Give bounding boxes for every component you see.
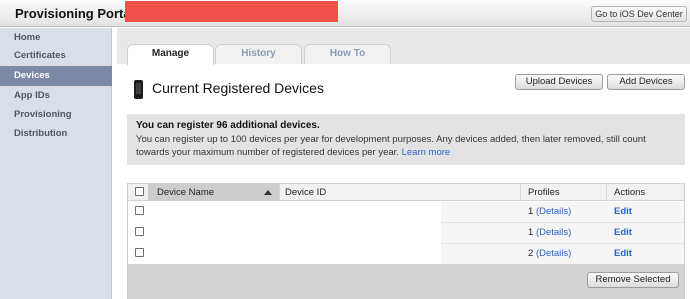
column-label-device-name: Device Name xyxy=(157,187,215,198)
notice-body-text: You can register up to 100 devices per y… xyxy=(136,134,646,158)
add-devices-button[interactable]: Add Devices xyxy=(607,74,685,90)
learn-more-link[interactable]: Learn more xyxy=(402,147,451,158)
sidebar-item-devices[interactable]: Devices xyxy=(0,66,112,86)
profiles-count: 1 xyxy=(528,227,534,238)
sidebar-item-certificates[interactable]: Certificates xyxy=(0,46,112,66)
sidebar-item-provisioning[interactable]: Provisioning xyxy=(0,105,112,125)
table-row: 2 (Details) Edit xyxy=(128,244,684,265)
notice-body: You can register up to 100 devices per y… xyxy=(136,134,676,159)
column-header-device-name[interactable]: Device Name xyxy=(148,184,279,201)
column-header-device-id[interactable]: Device ID xyxy=(285,184,326,201)
details-link[interactable]: (Details) xyxy=(536,227,571,238)
iphone-icon xyxy=(134,80,143,99)
details-link[interactable]: (Details) xyxy=(536,248,571,259)
column-divider xyxy=(520,184,521,201)
sidebar-nav: Home Certificates Devices App IDs Provis… xyxy=(0,28,112,299)
profiles-cell: 1 (Details) xyxy=(528,202,571,223)
tab-strip: Manage History How To xyxy=(117,28,690,65)
column-header-profiles[interactable]: Profiles xyxy=(528,184,560,201)
sidebar-item-app-ids[interactable]: App IDs xyxy=(0,86,112,106)
notice-heading: You can register 96 additional devices. xyxy=(136,120,320,131)
portal-header: Provisioning Portal : Go to iOS Dev Cent… xyxy=(0,0,690,27)
sidebar-item-home[interactable]: Home xyxy=(0,28,112,48)
edit-link[interactable]: Edit xyxy=(614,202,632,223)
remove-selected-button[interactable]: Remove Selected xyxy=(587,272,679,288)
tab-how-to[interactable]: How To xyxy=(304,44,391,64)
table-header: Device Name Device ID Profiles Actions xyxy=(128,184,684,201)
tab-manage[interactable]: Manage xyxy=(127,44,214,65)
devices-table: Device Name Device ID Profiles Actions 1… xyxy=(127,183,685,299)
upload-devices-button[interactable]: Upload Devices xyxy=(515,74,603,90)
profiles-count: 2 xyxy=(528,248,534,259)
select-all-checkbox[interactable] xyxy=(135,187,144,196)
row-checkbox[interactable] xyxy=(135,248,144,257)
tab-history[interactable]: History xyxy=(215,44,302,64)
sidebar-item-distribution[interactable]: Distribution xyxy=(0,124,112,144)
table-row: 1 (Details) Edit xyxy=(128,202,684,223)
edit-link[interactable]: Edit xyxy=(614,223,632,244)
edit-link[interactable]: Edit xyxy=(614,244,632,265)
column-divider xyxy=(279,184,280,201)
redacted-team-name xyxy=(125,1,338,22)
column-divider xyxy=(606,184,607,201)
column-header-actions: Actions xyxy=(614,187,646,198)
portal-title: Provisioning Portal : xyxy=(15,6,143,21)
row-checkbox[interactable] xyxy=(135,206,144,215)
sort-ascending-icon xyxy=(264,190,272,195)
profiles-count: 1 xyxy=(528,206,534,217)
main-content: Manage History How To Current Registered… xyxy=(117,28,690,299)
profiles-cell: 1 (Details) xyxy=(528,223,571,244)
details-link[interactable]: (Details) xyxy=(536,206,571,217)
row-checkbox[interactable] xyxy=(135,227,144,236)
table-row: 1 (Details) Edit xyxy=(128,223,684,244)
profiles-cell: 2 (Details) xyxy=(528,244,571,265)
ios-dev-center-button[interactable]: Go to iOS Dev Center xyxy=(591,6,687,22)
page-title: Current Registered Devices xyxy=(152,80,324,96)
device-limit-notice: You can register 96 additional devices. … xyxy=(127,114,685,165)
